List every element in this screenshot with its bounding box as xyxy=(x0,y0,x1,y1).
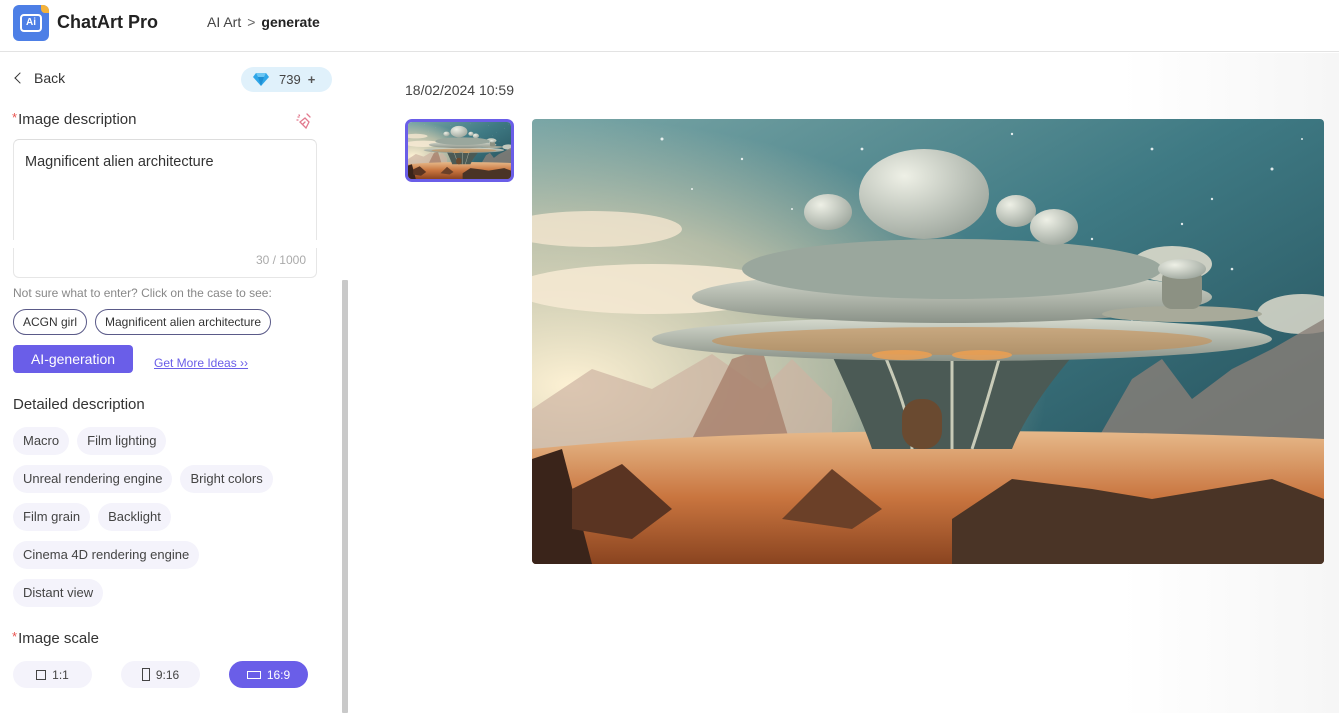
ai-generation-button[interactable]: AI-generation xyxy=(13,345,133,373)
breadcrumb-parent[interactable]: AI Art xyxy=(207,14,241,30)
scale-label: 9:16 xyxy=(155,667,180,682)
image-scale-options: 1:1 9:16 16:9 xyxy=(13,661,308,688)
tag-chip[interactable]: Backlight xyxy=(98,503,171,531)
case-hint: Not sure what to enter? Click on the cas… xyxy=(13,286,272,300)
back-button[interactable]: Back xyxy=(13,70,65,86)
sidebar: Back 739 + *Image description Magnificen… xyxy=(0,53,350,713)
add-credits-icon[interactable]: + xyxy=(308,72,316,87)
case-chip[interactable]: ACGN girl xyxy=(13,309,88,335)
tag-chip[interactable]: Cinema 4D rendering engine xyxy=(13,541,200,569)
credits-value: 739 xyxy=(279,72,301,87)
credits-badge[interactable]: 739 + xyxy=(241,67,332,92)
character-counter: 30 / 1000 xyxy=(255,253,306,267)
chatart-logo-icon[interactable]: Ai xyxy=(13,5,49,41)
textarea-gap xyxy=(13,240,317,248)
required-mark: * xyxy=(12,629,18,644)
breadcrumb: AI Art > generate xyxy=(207,14,320,30)
scale-option-16-9[interactable]: 16:9 xyxy=(229,661,308,688)
diamond-icon xyxy=(253,73,269,86)
tag-chip[interactable]: Film lighting xyxy=(77,427,167,455)
breadcrumb-current: generate xyxy=(261,14,320,30)
detailed-description-label: Detailed description xyxy=(13,396,145,413)
brand-name: ChatArt Pro xyxy=(57,12,159,32)
case-chip[interactable]: Magnificent alien architecture xyxy=(95,309,272,335)
case-list: ACGN girl Magnificent alien architecture xyxy=(13,309,272,335)
image-description-label-text: Image description xyxy=(18,111,137,128)
portrait-icon xyxy=(141,668,150,681)
landscape-icon xyxy=(246,670,261,679)
tag-chip[interactable]: Bright colors xyxy=(180,465,273,493)
detail-tags: Macro Film lighting Unreal rendering eng… xyxy=(13,427,333,617)
tag-chip[interactable]: Unreal rendering engine xyxy=(13,465,173,493)
thumbnail-image xyxy=(408,122,511,179)
broom-icon[interactable] xyxy=(296,112,314,130)
square-icon xyxy=(36,669,47,680)
image-description-textarea[interactable]: Magnificent alien architecture 30 / 1000 xyxy=(13,139,317,278)
get-more-ideas-link[interactable]: Get More Ideas ›› xyxy=(154,356,248,370)
image-scale-label-text: Image scale xyxy=(18,630,99,647)
scale-option-9-16[interactable]: 9:16 xyxy=(121,661,200,688)
generated-image[interactable] xyxy=(532,119,1324,564)
image-description-label: *Image description xyxy=(12,110,136,128)
back-label: Back xyxy=(34,70,66,86)
scale-option-1-1[interactable]: 1:1 xyxy=(13,661,92,688)
generation-timestamp: 18/02/2024 10:59 xyxy=(405,82,514,98)
result-thumbnail[interactable] xyxy=(405,119,514,182)
tag-chip[interactable]: Distant view xyxy=(13,579,104,607)
required-mark: * xyxy=(12,110,18,125)
image-description-value: Magnificent alien architecture xyxy=(25,154,214,170)
image-scale-label: *Image scale xyxy=(12,629,99,647)
chevron-left-icon xyxy=(14,72,26,84)
scale-label: 16:9 xyxy=(266,667,291,682)
breadcrumb-separator: > xyxy=(247,14,256,30)
alien-architecture-image xyxy=(532,119,1324,564)
sidebar-scrollbar[interactable] xyxy=(342,280,348,713)
tag-chip[interactable]: Film grain xyxy=(13,503,91,531)
scale-label: 1:1 xyxy=(52,667,69,682)
top-header: Ai ChatArt Pro AI Art > generate xyxy=(0,0,1339,52)
result-panel: 18/02/2024 10:59 xyxy=(351,53,1339,713)
tag-chip[interactable]: Macro xyxy=(13,427,70,455)
